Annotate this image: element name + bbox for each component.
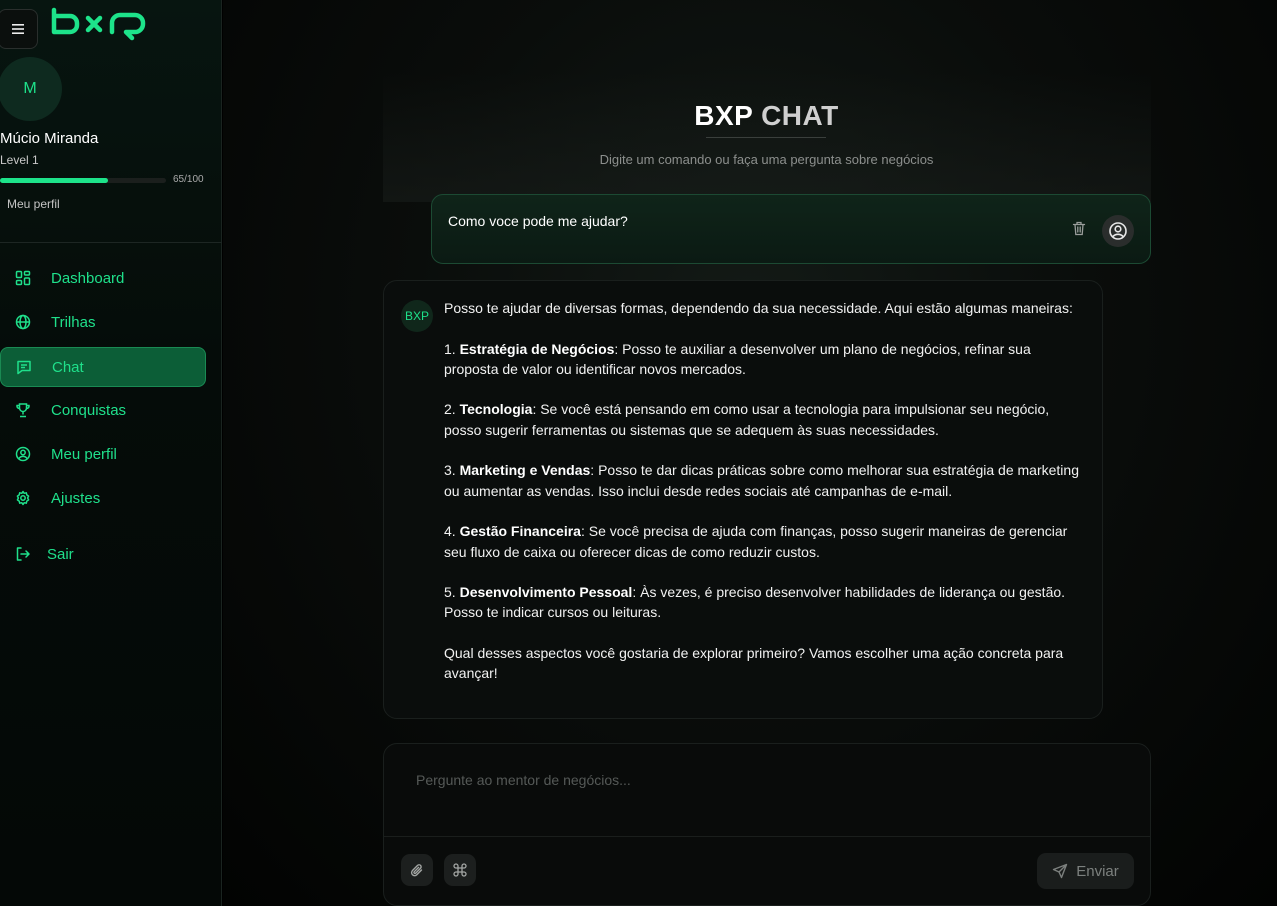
point-number: 3. — [444, 462, 456, 479]
assistant-message-text: Posso te ajudar de diversas formas, depe… — [444, 298, 1084, 684]
message-input[interactable] — [416, 772, 1116, 788]
title-underline — [706, 137, 826, 138]
point-title: Marketing e Vendas — [459, 462, 591, 479]
assistant-point: 3. Marketing e Vendas: Posso te dar dica… — [444, 460, 1084, 501]
message-composer: Enviar — [383, 743, 1151, 906]
send-icon — [1053, 863, 1068, 879]
page-title: BXP CHAT — [0, 100, 1277, 132]
dashboard-icon — [15, 270, 31, 286]
nav-label: Conquistas — [51, 401, 127, 419]
user-name: Múcio Miranda — [0, 130, 99, 147]
point-number: 4. — [444, 523, 456, 540]
user-message: Como voce pode me ajudar? — [431, 194, 1151, 264]
nav-label: Dashboard — [51, 269, 125, 287]
command-icon — [453, 863, 467, 877]
hamburger-icon — [12, 24, 24, 34]
assistant-intro: Posso te ajudar de diversas formas, depe… — [444, 300, 1073, 316]
point-number: 5. — [444, 584, 456, 601]
nav-label: Ajustes — [51, 489, 101, 507]
nav-label: Sair — [47, 545, 74, 563]
nav-item-chat[interactable]: Chat — [0, 347, 206, 387]
paperclip-icon — [410, 863, 423, 876]
nav-label: Meu perfil — [51, 445, 117, 463]
nav-item-trilhas[interactable]: Trilhas — [0, 302, 206, 342]
send-label: Enviar — [1076, 862, 1119, 880]
point-title: Gestão Financeira — [459, 523, 581, 540]
sidebar-divider — [0, 242, 222, 243]
title-bxp: BXP — [694, 100, 753, 131]
point-title: Tecnologia — [459, 401, 533, 418]
composer-input-area[interactable] — [384, 744, 1150, 837]
trash-icon[interactable] — [1072, 221, 1086, 241]
point-title: Desenvolvimento Pessoal — [459, 584, 633, 601]
nav-label: Trilhas — [51, 313, 96, 331]
avatar-initial: M — [23, 80, 37, 97]
point-number: 2. — [444, 401, 456, 418]
xp-text: 65/100 — [173, 174, 204, 185]
attach-button[interactable] — [401, 854, 433, 886]
nav-item-meu-perfil[interactable]: Meu perfil — [0, 434, 206, 474]
nav-item-dashboard[interactable]: Dashboard — [0, 258, 206, 298]
menu-toggle-button[interactable] — [0, 9, 38, 49]
assistant-message: BXP Posso te ajudar de diversas formas, … — [383, 280, 1103, 719]
assistant-avatar: BXP — [401, 300, 433, 332]
page-subtitle: Digite um comando ou faça uma pergunta s… — [599, 152, 934, 167]
user-message-avatar — [1102, 215, 1134, 247]
title-chat: CHAT — [761, 100, 839, 131]
send-button[interactable]: Enviar — [1037, 853, 1134, 889]
assistant-point: 5. Desenvolvimento Pessoal: Às vezes, é … — [444, 582, 1084, 623]
gear-icon — [15, 490, 31, 506]
point-text: : Se você está pensando em como usar a t… — [444, 401, 1050, 438]
point-title: Estratégia de Negócios — [459, 340, 615, 357]
assistant-point: 1. Estratégia de Negócios: Posso te auxi… — [444, 339, 1084, 380]
chat-icon — [16, 359, 32, 375]
xp-progress-bar — [0, 178, 166, 183]
assistant-closing: Qual desses aspectos você gostaria de ex… — [444, 645, 1064, 682]
nav-item-sair[interactable]: Sair — [0, 534, 206, 574]
command-button[interactable] — [444, 854, 476, 886]
assistant-point: 4. Gestão Financeira: Se você precisa de… — [444, 521, 1084, 562]
profile-link[interactable]: Meu perfil — [7, 197, 60, 211]
xp-progress-fill — [0, 178, 108, 183]
nav-item-ajustes[interactable]: Ajustes — [0, 478, 206, 518]
trophy-icon — [15, 402, 31, 418]
point-number: 1. — [444, 340, 456, 357]
user-message-text: Como voce pode me ajudar? — [448, 213, 628, 229]
sidebar: M Múcio Miranda Level 1 65/100 Meu perfi… — [0, 0, 222, 906]
nav-label: Chat — [52, 358, 84, 376]
logout-icon — [15, 546, 31, 562]
assistant-point: 2. Tecnologia: Se você está pensando em … — [444, 399, 1084, 440]
nav-item-conquistas[interactable]: Conquistas — [0, 390, 206, 430]
user-circle-icon — [15, 446, 31, 462]
brand-logo[interactable] — [50, 6, 156, 47]
user-circle-icon — [1109, 222, 1127, 240]
globe-icon — [15, 314, 31, 330]
